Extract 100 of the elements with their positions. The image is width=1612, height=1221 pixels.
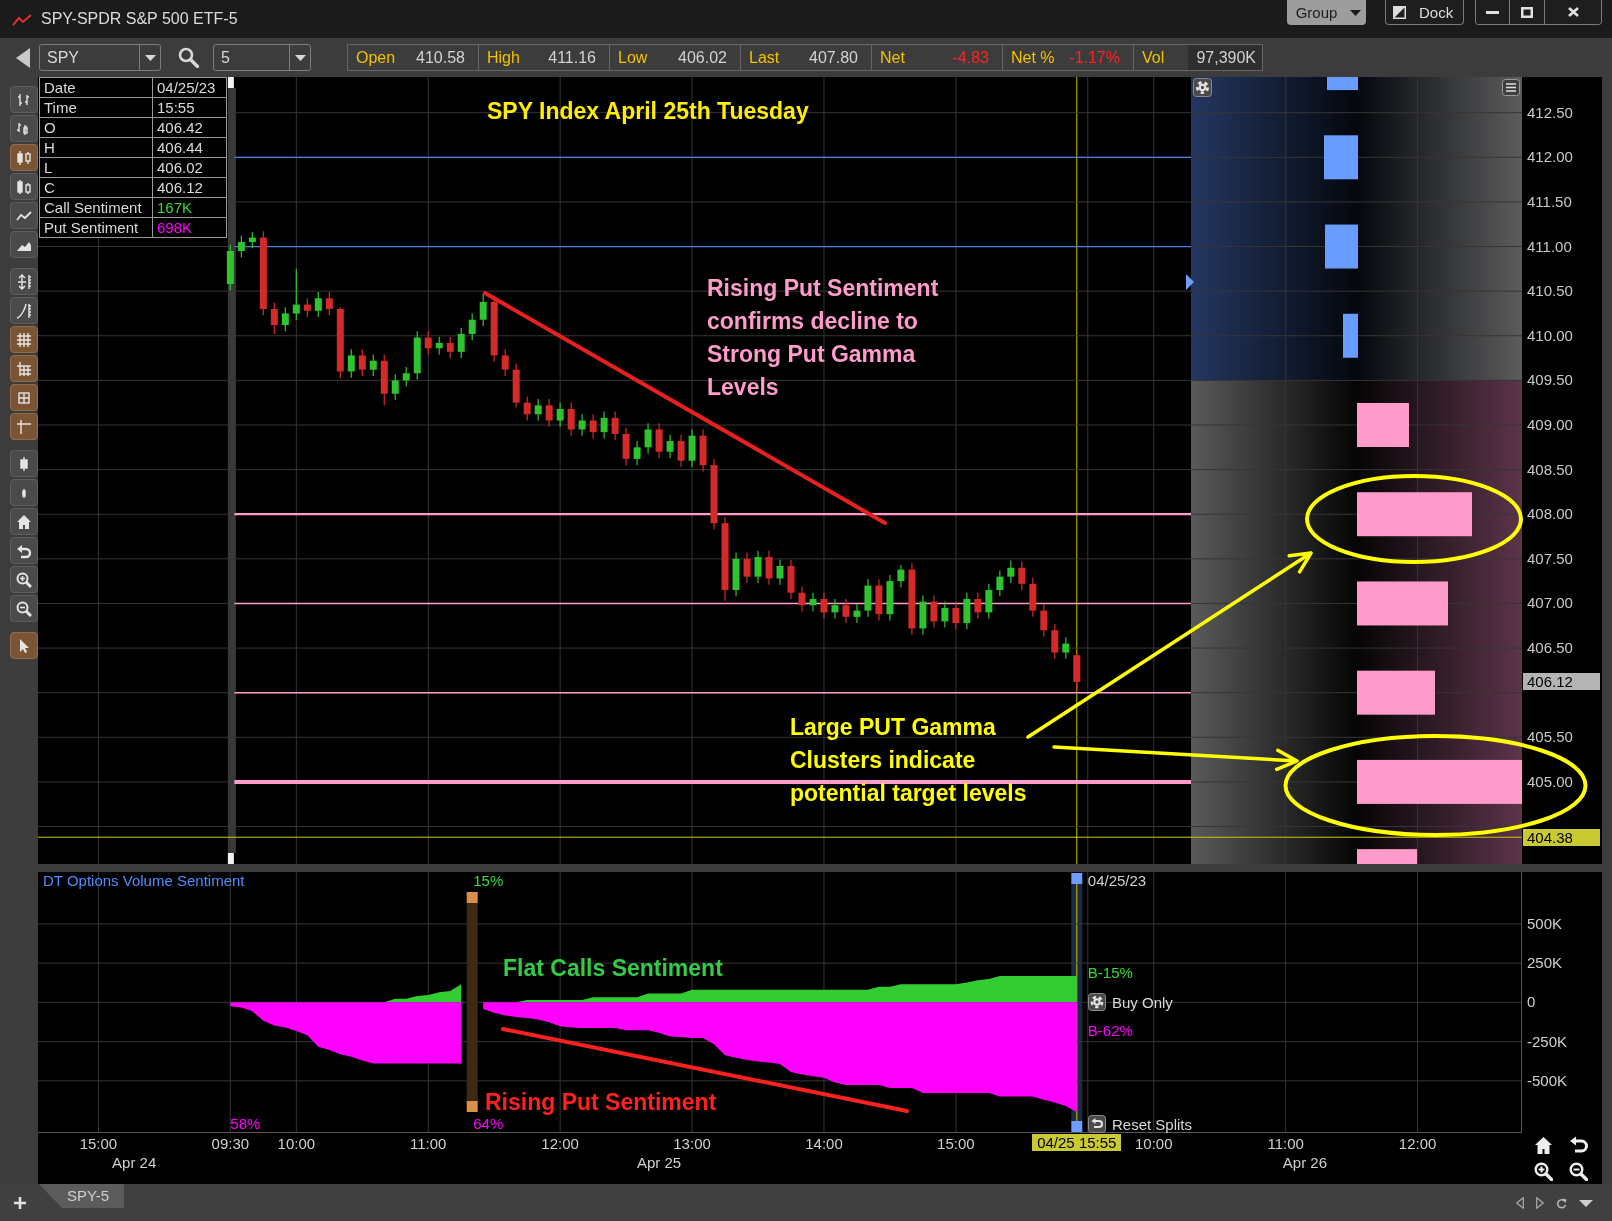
split-handle-icon[interactable]: [466, 1101, 478, 1112]
cursor-date-label: 04/25/23: [1087, 872, 1147, 890]
toolbar-button[interactable]: [10, 231, 38, 258]
annotation-text: Rising Put Sentiment confirms decline to Strong Put Gamma Levels: [707, 274, 939, 402]
interval-dropdown[interactable]: 5: [213, 44, 311, 71]
data-label: H: [40, 138, 153, 158]
axis-label: -250K: [1527, 1032, 1568, 1051]
group-button[interactable]: Group: [1287, 0, 1366, 25]
call-reading: B-15%: [1087, 964, 1133, 982]
triangle-marker-icon: [1186, 274, 1194, 290]
crosshair-icon: [16, 418, 32, 435]
toolbar-button[interactable]: [10, 595, 38, 622]
settings-icon[interactable]: [1193, 78, 1212, 97]
toolbar-button[interactable]: [10, 632, 38, 659]
search-icon[interactable]: [178, 47, 199, 68]
split-handle-icon[interactable]: [227, 77, 234, 88]
chart-tab[interactable]: SPY-5: [39, 1184, 124, 1208]
candlestick: [677, 434, 685, 468]
quote-value: 406.02: [678, 48, 728, 67]
price-label: 409.50: [1527, 371, 1573, 390]
triangle-right-icon[interactable]: [1536, 1197, 1544, 1209]
candlestick: [754, 550, 762, 584]
axis-label: 500K: [1527, 914, 1563, 933]
toolbar-button[interactable]: [10, 144, 38, 171]
candlestick: [985, 583, 993, 620]
toolbar-button[interactable]: [10, 355, 38, 382]
candlestick: [446, 336, 454, 359]
toolbar-button[interactable]: [10, 86, 38, 113]
toolbar-button[interactable]: [10, 537, 38, 564]
quote-value: 411.16: [548, 48, 597, 67]
candlestick: [303, 297, 311, 318]
candlestick: [457, 327, 465, 359]
undo-icon[interactable]: [1569, 1136, 1588, 1155]
time-label: 12:00: [541, 1135, 579, 1153]
time-label: 15:00: [79, 1135, 118, 1153]
candlestick: [501, 348, 509, 377]
candlestick: [545, 398, 553, 428]
toolbar-button[interactable]: [10, 268, 38, 295]
toolbar-button[interactable]: [10, 479, 38, 506]
menu-icon[interactable]: [1502, 79, 1520, 96]
toolbar-button[interactable]: [10, 297, 38, 324]
call-gamma-bar: [1343, 313, 1358, 358]
toolbar-button[interactable]: [10, 115, 38, 142]
candlestick: [655, 422, 663, 459]
back-button[interactable]: [16, 47, 30, 68]
zoom-in-icon: [16, 571, 32, 588]
price-label: 411.50: [1527, 192, 1572, 211]
data-label: C: [40, 178, 153, 198]
candlestick: [1040, 603, 1048, 638]
candlestick: [974, 592, 982, 620]
data-value: 15:55: [153, 98, 226, 118]
reset-button[interactable]: Reset Splits: [1088, 1115, 1193, 1133]
symbol-dropdown[interactable]: SPY: [39, 44, 161, 71]
minimize-button[interactable]: [1476, 0, 1510, 24]
toolbar-button[interactable]: [10, 566, 38, 593]
candlestick: [996, 569, 1004, 597]
toolbar-button[interactable]: [10, 384, 38, 411]
time-label: 13:00: [673, 1135, 711, 1153]
cursor-handle-icon[interactable]: [1071, 1121, 1083, 1132]
cursor-price-label: 404.38: [1523, 828, 1600, 846]
time-label: 11:00: [410, 1135, 447, 1153]
data-value: 406.44: [153, 138, 226, 158]
annotation-text: Large PUT Gamma Clusters indicate potential target levels: [790, 713, 1027, 808]
data-label: Put Sentiment: [40, 218, 153, 238]
candlestick: [644, 422, 652, 455]
zoom-out-icon[interactable]: [1569, 1162, 1588, 1181]
split-handle-icon[interactable]: [227, 853, 234, 864]
settings-icon: [1088, 993, 1106, 1011]
put-reading: B-62%: [1087, 1022, 1133, 1040]
candlestick: [292, 268, 300, 321]
price-label: 405.50: [1527, 728, 1573, 747]
zoom-out-icon: [16, 600, 32, 617]
indicator-title: DT Options Volume Sentiment: [43, 872, 245, 890]
plus-icon[interactable]: [14, 1197, 26, 1209]
maximize-icon: [1521, 6, 1533, 18]
home-icon[interactable]: [1534, 1136, 1553, 1155]
candlestick: [776, 559, 784, 586]
toolbar-button[interactable]: [10, 450, 38, 477]
refresh-icon[interactable]: [1556, 1197, 1567, 1209]
toolbar-button[interactable]: [10, 326, 38, 353]
candlestick: [897, 564, 905, 588]
split-handle-icon[interactable]: [466, 892, 478, 903]
dock-button[interactable]: Dock: [1385, 0, 1464, 25]
caret-down-icon[interactable]: [1579, 1199, 1593, 1207]
mode-button[interactable]: Buy Only: [1088, 993, 1173, 1011]
cursor-handle-icon[interactable]: [1071, 873, 1083, 884]
data-value: 406.12: [153, 178, 226, 198]
candlestick: [831, 598, 839, 620]
triangle-left-icon[interactable]: [1516, 1197, 1524, 1209]
toolbar-button[interactable]: [10, 413, 38, 440]
zoom-in-icon[interactable]: [1534, 1162, 1553, 1181]
toolbar-button[interactable]: [10, 202, 38, 229]
candlestick: [941, 601, 949, 629]
date-label: Apr 24: [112, 1154, 157, 1172]
time-label: 15:00: [937, 1135, 975, 1153]
toolbar-button[interactable]: [10, 173, 38, 200]
toolbar-button[interactable]: [10, 508, 38, 535]
candlestick: [1062, 636, 1070, 660]
candlestick: [1018, 560, 1026, 591]
candlestick: [534, 398, 542, 422]
